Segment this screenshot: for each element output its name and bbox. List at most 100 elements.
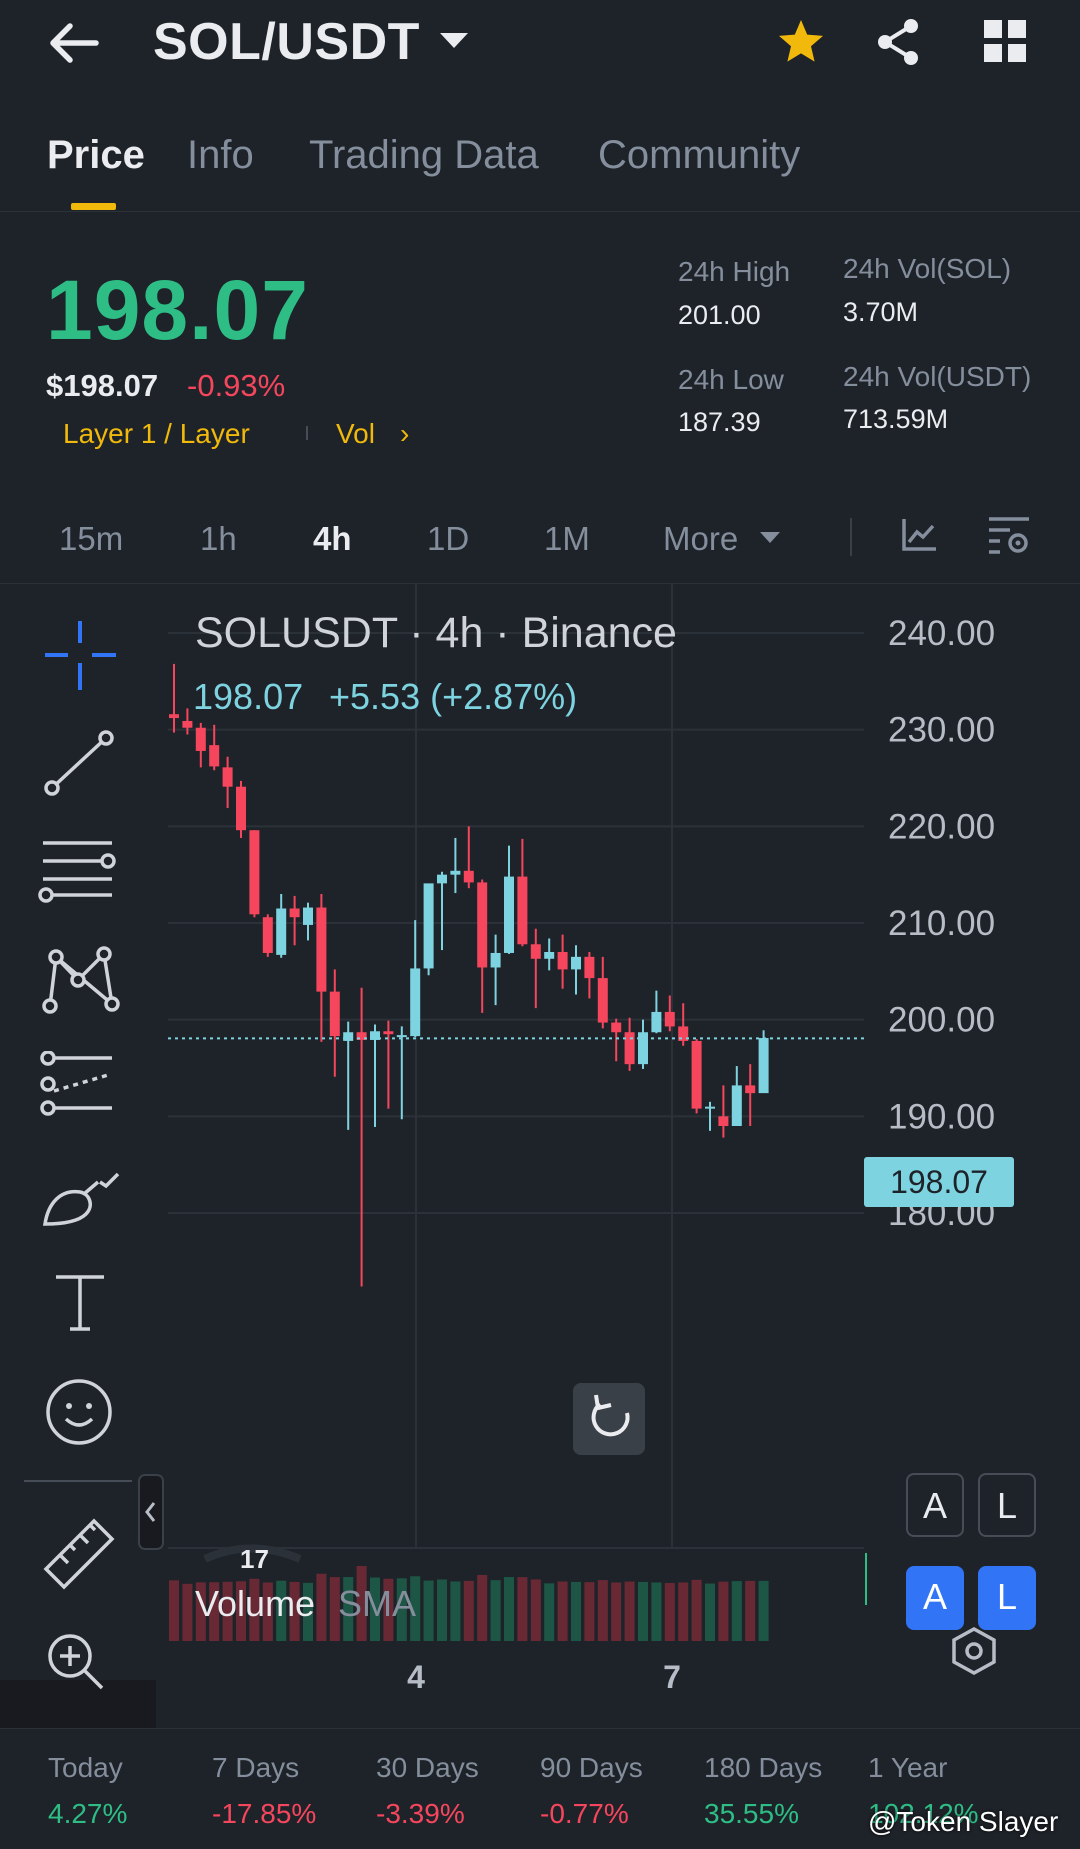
volume-bar bbox=[530, 1579, 541, 1641]
candle-body bbox=[664, 1011, 675, 1027]
category-tag[interactable]: Layer 1 / Layer bbox=[63, 418, 250, 450]
vol-tag[interactable]: Vol bbox=[336, 418, 375, 450]
volume-bar bbox=[182, 1583, 193, 1641]
candle-body bbox=[249, 830, 260, 915]
low-label: 24h Low bbox=[678, 364, 784, 395]
tab-info[interactable]: Info bbox=[187, 133, 254, 178]
tf-4h[interactable]: 4h bbox=[313, 520, 352, 558]
period-value: 35.55% bbox=[704, 1798, 799, 1829]
volume-bar bbox=[463, 1580, 474, 1641]
candle-body bbox=[276, 908, 287, 955]
candle-body bbox=[209, 745, 220, 767]
pair-dropdown-icon[interactable] bbox=[440, 33, 468, 48]
candle-body bbox=[410, 968, 421, 1037]
vol-sol-label: 24h Vol(SOL) bbox=[843, 253, 1012, 284]
period-label: 7 Days bbox=[212, 1752, 300, 1783]
chart-settings-icon[interactable] bbox=[986, 513, 1032, 559]
volume-bar bbox=[624, 1581, 635, 1641]
vol-usdt-label: 24h Vol(USDT) bbox=[843, 361, 1032, 392]
ruler-icon[interactable] bbox=[40, 1515, 118, 1593]
high-value: 201.00 bbox=[678, 300, 761, 330]
volume-bar bbox=[477, 1574, 488, 1641]
emoji-icon[interactable] bbox=[42, 1375, 116, 1449]
toolbar-separator bbox=[850, 518, 852, 556]
volume-bar bbox=[758, 1580, 769, 1641]
tf-1m[interactable]: 1M bbox=[544, 520, 590, 558]
tradingview-logo-mark: 17 bbox=[240, 1544, 269, 1574]
legend-price: 198.07 bbox=[193, 676, 303, 717]
x-tick-label: 7 bbox=[663, 1659, 681, 1695]
candle-body bbox=[705, 1106, 715, 1109]
zoom-in-icon[interactable] bbox=[44, 1630, 106, 1692]
volume-bar bbox=[611, 1582, 622, 1641]
tf-1h[interactable]: 1h bbox=[200, 520, 237, 558]
trend-line-icon[interactable] bbox=[42, 728, 118, 798]
candle-body bbox=[691, 1040, 702, 1109]
candle-body bbox=[463, 870, 474, 883]
price-change: -0.93% bbox=[187, 368, 286, 403]
candle-body bbox=[490, 952, 501, 968]
candle-body bbox=[450, 870, 461, 875]
volume-bar bbox=[638, 1581, 648, 1641]
volume-bar bbox=[557, 1581, 568, 1641]
volume-label: Volume bbox=[195, 1583, 315, 1624]
chevron-right-icon[interactable]: › bbox=[400, 418, 409, 450]
legend-change: +5.53 (+2.87%) bbox=[329, 676, 577, 717]
candle-body bbox=[624, 1032, 635, 1065]
reset-chart-button[interactable] bbox=[573, 1383, 645, 1455]
candle-body bbox=[289, 908, 300, 918]
brush-icon[interactable] bbox=[40, 1164, 122, 1230]
candle-body bbox=[557, 952, 568, 970]
candle-body bbox=[611, 1022, 622, 1033]
fib-retracement-icon[interactable] bbox=[38, 1051, 120, 1121]
tf-15m[interactable]: 15m bbox=[59, 520, 123, 558]
volume-bar bbox=[544, 1583, 555, 1641]
candle-body bbox=[437, 874, 447, 884]
candle-body bbox=[571, 956, 581, 970]
y-tick-label: 220.00 bbox=[888, 807, 995, 846]
log-scale-button[interactable]: L bbox=[978, 1473, 1036, 1537]
favorite-star-icon[interactable] bbox=[776, 16, 826, 68]
tf-1d[interactable]: 1D bbox=[427, 520, 469, 558]
volume-bar bbox=[437, 1579, 447, 1641]
tab-community[interactable]: Community bbox=[598, 133, 800, 178]
tab-price[interactable]: Price bbox=[47, 133, 145, 178]
volume-log-button[interactable]: L bbox=[978, 1566, 1036, 1630]
candle-body bbox=[262, 917, 273, 953]
candle-body bbox=[718, 1116, 729, 1126]
period-label: 180 Days bbox=[704, 1752, 823, 1783]
axis-settings-icon-core bbox=[965, 1642, 983, 1660]
volume-auto-button[interactable]: A bbox=[906, 1566, 964, 1630]
collapse-toolbar-button[interactable] bbox=[138, 1474, 164, 1550]
volume-bar bbox=[490, 1580, 501, 1641]
candlestick-chart[interactable]: 240.00230.00220.00210.00200.00190.00180.… bbox=[0, 583, 1080, 1728]
pattern-icon[interactable] bbox=[40, 942, 120, 1016]
grid-menu-icon[interactable] bbox=[984, 20, 1026, 62]
top-bar: SOL/USDT bbox=[0, 0, 1080, 90]
volume-bar bbox=[731, 1581, 742, 1641]
sma-label: SMA bbox=[338, 1583, 416, 1624]
candle-body bbox=[195, 727, 206, 751]
axis-settings-icon[interactable] bbox=[952, 1627, 996, 1675]
back-arrow-icon[interactable] bbox=[46, 18, 106, 68]
tf-more[interactable]: More bbox=[663, 520, 738, 558]
share-icon[interactable] bbox=[874, 16, 922, 68]
auto-scale-button[interactable]: A bbox=[906, 1473, 964, 1537]
candle-body bbox=[182, 720, 193, 728]
chart-legend-symbol: SOLUSDT · 4h · Binance bbox=[195, 609, 677, 657]
tab-trading-data[interactable]: Trading Data bbox=[309, 133, 539, 178]
more-dropdown-icon[interactable] bbox=[760, 532, 780, 543]
period-label: 1 Year bbox=[868, 1752, 948, 1783]
text-tool-icon[interactable] bbox=[52, 1273, 108, 1333]
crosshair-icon[interactable] bbox=[40, 618, 120, 693]
horizontal-lines-icon[interactable] bbox=[38, 837, 120, 903]
tag-separator bbox=[306, 426, 308, 440]
period-value: -17.85% bbox=[212, 1798, 317, 1829]
period-label: 30 Days bbox=[376, 1752, 479, 1783]
usd-price: $198.07 bbox=[46, 368, 159, 403]
pair-title[interactable]: SOL/USDT bbox=[153, 12, 420, 72]
active-tab-indicator bbox=[71, 203, 116, 210]
indicator-icon[interactable] bbox=[900, 515, 940, 555]
candle-body bbox=[396, 1035, 407, 1038]
candle-body bbox=[477, 882, 488, 968]
